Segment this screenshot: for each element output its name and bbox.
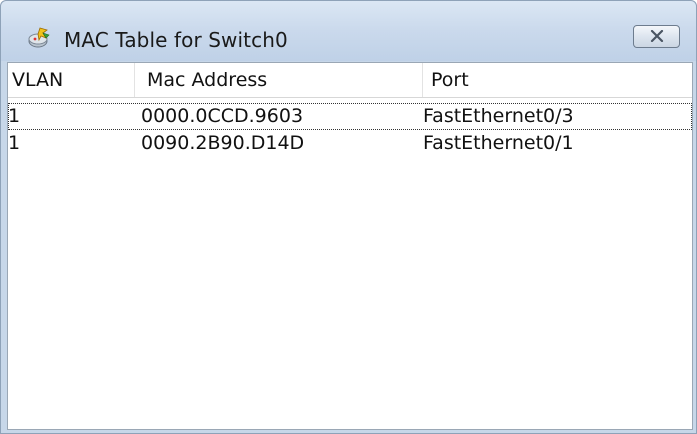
cell-mac-address: 0000.0CCD.9603 [141,105,304,127]
table-row[interactable]: 1 0000.0CCD.9603 FastEthernet0/3 [8,103,692,130]
table-header: VLAN Mac Address Port [8,63,692,98]
cell-vlan: 1 [8,132,21,154]
cell-vlan: 1 [8,105,21,127]
window-title: MAC Table for Switch0 [64,28,288,52]
mac-table-list[interactable]: VLAN Mac Address Port 1 0000.0CCD.9603 F… [7,62,693,430]
close-button[interactable] [633,25,680,48]
table-row[interactable]: 1 0090.2B90.D14D FastEthernet0/1 [8,130,692,157]
column-header-mac-address[interactable]: Mac Address [135,63,423,97]
cell-port: FastEthernet0/3 [423,105,574,127]
column-header-port[interactable]: Port [423,63,694,97]
close-icon [650,27,664,46]
column-header-vlan[interactable]: VLAN [8,63,135,97]
cell-port: FastEthernet0/1 [423,132,574,154]
packet-tracer-app-icon [27,26,53,50]
table-body: 1 0000.0CCD.9603 FastEthernet0/3 1 0090.… [8,103,692,157]
title-bar[interactable]: MAC Table for Switch0 [1,1,696,61]
mac-table-window: MAC Table for Switch0 VLAN Mac Address P… [0,0,697,434]
cell-mac-address: 0090.2B90.D14D [141,132,305,154]
